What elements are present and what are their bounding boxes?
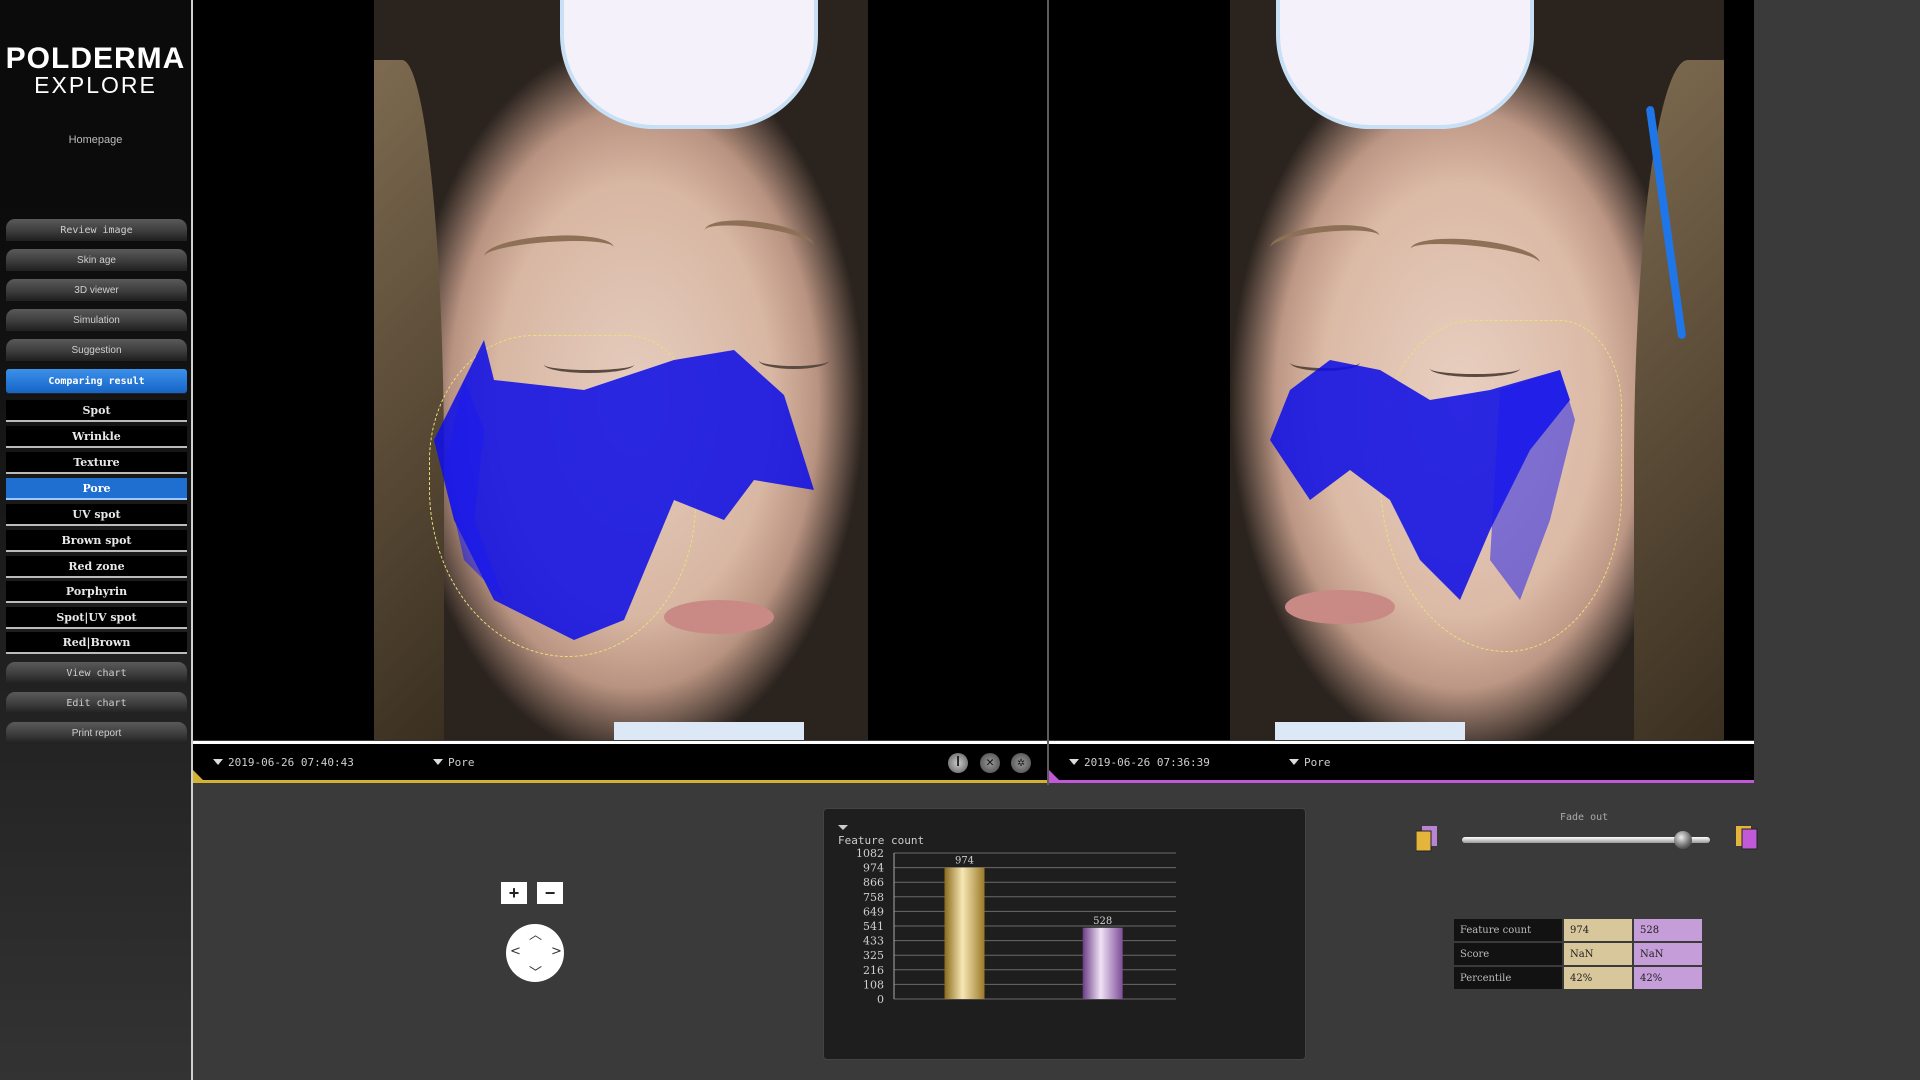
chart-y-tick-label: 974	[863, 862, 884, 875]
chart-plot: 10829748667586495414333252161080 974528	[856, 847, 1176, 1006]
chart-y-tick-label: 325	[863, 949, 884, 962]
sub-porphyrin[interactable]: Porphyrin	[6, 581, 187, 603]
brand-logo: POLDERMA EXPLORE	[0, 42, 191, 99]
chart-y-tick-label: 866	[863, 876, 884, 889]
left-image-swatch-icon[interactable]	[1416, 826, 1438, 852]
stats-value-right: 42%	[1634, 967, 1702, 989]
close-icon[interactable]: ✕	[980, 753, 1000, 773]
chart-bar	[1082, 927, 1123, 999]
fade-slider[interactable]	[1462, 831, 1710, 849]
right-date: 2019-06-26 07:36:39	[1084, 756, 1210, 769]
table-row: Feature count 974 528	[1454, 919, 1702, 941]
left-analysis: Pore	[448, 756, 475, 769]
nav-review-image[interactable]: Review image	[6, 219, 187, 241]
right-info-bar: 2019-06-26 07:36:39 Pore	[1049, 741, 1754, 783]
brand-line1: POLDERMA	[5, 42, 186, 75]
info-icon[interactable]: ǀ	[948, 753, 968, 773]
zoom-in-button[interactable]: +	[501, 882, 527, 904]
stats-value-right: 528	[1634, 919, 1702, 941]
pan-control[interactable]: ︿ ﹀ < >	[506, 924, 564, 982]
nav-3d-viewer[interactable]: 3D viewer	[6, 279, 187, 301]
sub-wrinkle[interactable]: Wrinkle	[6, 426, 187, 448]
right-face-photo[interactable]	[1230, 0, 1724, 740]
nav-view-chart[interactable]: View chart	[6, 662, 187, 684]
chart-y-tick-label: 108	[863, 978, 884, 991]
zoom-out-button[interactable]: −	[537, 882, 563, 904]
dropdown-triangle-icon	[1069, 759, 1079, 765]
nav-edit-chart[interactable]: Edit chart	[6, 692, 187, 714]
left-date-dropdown[interactable]: 2019-06-26 07:40:43	[213, 756, 354, 769]
fade-slider-handle[interactable]	[1673, 831, 1692, 849]
nav-suggestion[interactable]: Suggestion	[6, 339, 187, 361]
chart-y-tick-label: 758	[863, 891, 884, 904]
stats-value-left: NaN	[1564, 943, 1632, 965]
right-image-swatch-icon[interactable]	[1736, 826, 1758, 852]
chart-y-axis: 1082 974866 758649 541 433325 216108 0	[856, 847, 895, 1006]
right-color-marker	[1049, 770, 1059, 780]
left-analysis-dropdown[interactable]: Pore	[433, 756, 475, 769]
homepage-link[interactable]: Homepage	[0, 134, 191, 146]
pan-left-icon[interactable]: <	[510, 944, 521, 959]
chart-y-tick-label: 541	[863, 920, 884, 933]
nav-comparing-result[interactable]: Comparing result	[6, 369, 187, 394]
sub-pore[interactable]: Pore	[6, 478, 187, 500]
nav-simulation[interactable]: Simulation	[6, 309, 187, 331]
sub-spot[interactable]: Spot	[6, 400, 187, 422]
pan-right-icon[interactable]: >	[551, 944, 562, 959]
pore-overlay	[1270, 360, 1575, 600]
settings-icon[interactable]: ✲	[1011, 753, 1031, 773]
dropdown-triangle-icon	[1289, 759, 1299, 765]
chin-rest	[614, 722, 804, 740]
stats-value-left: 42%	[1564, 967, 1632, 989]
chart-data-label: 528	[1093, 916, 1112, 927]
stats-label: Percentile	[1454, 967, 1562, 989]
right-analysis: Pore	[1304, 756, 1331, 769]
chart-y-tick-label: 1082	[856, 847, 884, 860]
pan-up-icon[interactable]: ︿	[529, 924, 542, 943]
left-image-pane[interactable]	[193, 0, 1047, 740]
chart-bars: 974 528	[944, 856, 1123, 999]
left-color-marker	[193, 770, 203, 780]
chart-bar	[944, 867, 985, 999]
chart-data-label: 974	[955, 856, 974, 867]
dropdown-triangle-icon	[213, 759, 223, 765]
chart-y-tick-label: 649	[863, 905, 884, 918]
sub-red-brown[interactable]: Red|Brown	[6, 632, 187, 654]
stats-value-left: 974	[1564, 919, 1632, 941]
sub-spot-uv-spot[interactable]: Spot|UV spot	[6, 607, 187, 629]
nav-skin-age[interactable]: Skin age	[6, 249, 187, 271]
chart-grid	[894, 852, 1176, 1000]
chart-y-tick-label: 216	[863, 964, 884, 977]
fade-out-label: Fade out	[1560, 812, 1609, 823]
table-row: Percentile 42% 42%	[1454, 967, 1702, 989]
feature-count-chart: Feature count 1082 974 866 758 649 541 433 325 2…	[823, 808, 1306, 1060]
right-date-dropdown[interactable]: 2019-06-26 07:36:39	[1069, 756, 1210, 769]
brand-line2: EXPLORE	[34, 72, 157, 98]
sub-texture[interactable]: Texture	[6, 452, 187, 474]
stats-value-right: NaN	[1634, 943, 1702, 965]
stats-table: Feature count 974 528 Score NaN NaN Perc…	[1452, 917, 1704, 991]
sub-red-zone[interactable]: Red zone	[6, 556, 187, 578]
pan-down-icon[interactable]: ﹀	[529, 962, 542, 981]
table-row: Score NaN NaN	[1454, 943, 1702, 965]
nav-print-report[interactable]: Print report	[6, 722, 187, 744]
left-face-photo[interactable]	[374, 0, 868, 740]
left-date: 2019-06-26 07:40:43	[228, 756, 354, 769]
stats-label: Feature count	[1454, 919, 1562, 941]
left-info-bar: 2019-06-26 07:40:43 Pore ǀ ✕ ✲	[193, 741, 1047, 783]
pore-overlay	[434, 340, 814, 640]
chart-y-tick-label: 433	[863, 935, 884, 948]
sub-uv-spot[interactable]: UV spot	[6, 504, 187, 526]
right-image-pane[interactable]	[1049, 0, 1754, 740]
chin-rest	[1275, 722, 1465, 740]
sub-brown-spot[interactable]: Brown spot	[6, 530, 187, 552]
dropdown-triangle-icon	[433, 759, 443, 765]
sidebar: POLDERMA EXPLORE Homepage Review image S…	[0, 0, 193, 1080]
chart-y-tick-label: 0	[877, 993, 884, 1006]
right-analysis-dropdown[interactable]: Pore	[1289, 756, 1331, 769]
stats-label: Score	[1454, 943, 1562, 965]
